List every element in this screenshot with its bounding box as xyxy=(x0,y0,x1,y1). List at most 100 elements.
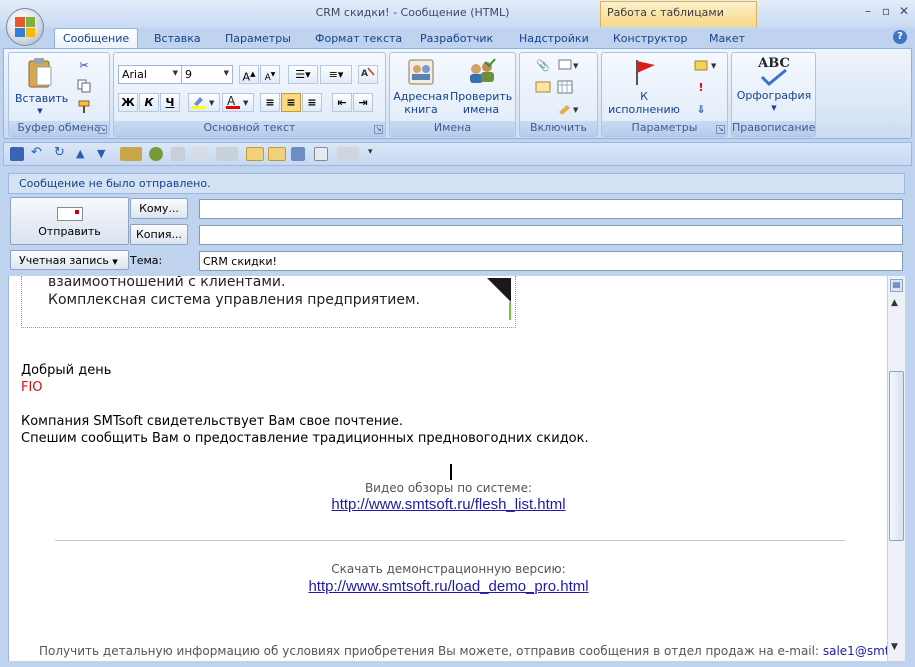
video-link[interactable]: http://www.smtsoft.ru/flesh_list.html xyxy=(331,496,565,513)
shrink-font-button[interactable]: A▼ xyxy=(260,65,280,84)
signature-icon[interactable]: ▼ xyxy=(556,101,582,117)
copy-icon[interactable] xyxy=(75,78,93,94)
bullets-button[interactable]: ☰▾ xyxy=(288,65,318,84)
italic-button[interactable]: К xyxy=(139,93,159,112)
redo-icon[interactable]: ↻ xyxy=(54,146,68,161)
align-right-button[interactable]: ≡ xyxy=(302,93,322,112)
footer-text: Получить детальную информацию об условия… xyxy=(39,644,887,658)
font-color-button[interactable]: A ▼ xyxy=(222,93,254,112)
font-name-combo[interactable]: Arial ▼ xyxy=(118,65,182,84)
minimize-button[interactable]: – xyxy=(860,4,876,18)
subject-field[interactable]: CRM скидки! xyxy=(199,251,903,271)
group-basic-text: Arial ▼ 9 ▼ A▲ A▼ ☰▾ ≡▾ A Ж К Ч ▼ A ▼ ≡ ≡ ≡… xyxy=(113,52,386,137)
business-card-icon[interactable] xyxy=(534,79,552,95)
tab-addins[interactable]: Надстройки xyxy=(511,29,597,49)
attach-item-icon[interactable]: ▼ xyxy=(556,57,582,73)
table-tools-context-tab: Работа с таблицами xyxy=(600,1,757,27)
address-book-icon xyxy=(408,59,434,85)
tab-options[interactable]: Параметры xyxy=(217,29,299,49)
underline-button[interactable]: Ч xyxy=(160,93,180,112)
follow-up-flag-icon xyxy=(636,60,655,85)
scroll-thumb[interactable] xyxy=(889,371,904,541)
message-body[interactable]: взаимоотношений с клиентами. Комплексная… xyxy=(8,276,887,661)
scroll-down-icon[interactable]: ▼ xyxy=(891,642,898,652)
layout-icon[interactable] xyxy=(337,147,359,161)
send-button[interactable]: Отправить xyxy=(10,197,129,245)
insert-table-icon[interactable] xyxy=(246,147,264,161)
globe-icon[interactable] xyxy=(149,147,163,161)
clipboard-launcher[interactable]: ↘ xyxy=(98,125,107,134)
tab-design[interactable]: Конструктор xyxy=(605,29,695,49)
office-logo-icon xyxy=(15,17,35,37)
paragraph-1: Компания SMTsoft свидетельствует Вам сво… xyxy=(21,414,403,429)
demo-link[interactable]: http://www.smtsoft.ru/load_demo_pro.html xyxy=(308,578,588,595)
document-icon[interactable] xyxy=(193,147,207,161)
spell-check-qat-icon[interactable] xyxy=(291,147,305,161)
tab-message[interactable]: Сообщение xyxy=(54,28,139,50)
next-item-icon[interactable]: ▼ xyxy=(97,147,111,161)
window-title: CRM скидки! - Сообщение (HTML) xyxy=(315,6,510,19)
numbering-button[interactable]: ≡▾ xyxy=(320,65,352,84)
help-icon[interactable]: ? xyxy=(893,30,907,44)
scroll-up-icon[interactable]: ▲ xyxy=(891,298,898,308)
ribbon-tabs: Сообщение Вставка Параметры Формат текст… xyxy=(0,28,915,50)
picture-icon[interactable] xyxy=(268,147,286,161)
paste-button[interactable]: Вставить ▼ xyxy=(15,57,68,118)
svg-text:▼: ▼ xyxy=(711,62,717,70)
decrease-indent-button[interactable]: ⇤ xyxy=(332,93,352,112)
customize-icon[interactable] xyxy=(120,147,142,161)
form-icon[interactable] xyxy=(314,147,328,161)
spelling-button[interactable]: ABC Орфография ▼ xyxy=(734,57,814,115)
calendar-icon[interactable] xyxy=(556,79,574,95)
save-icon[interactable] xyxy=(10,147,24,161)
group-label-options: Параметры xyxy=(602,121,727,136)
to-field[interactable] xyxy=(199,199,903,219)
align-center-button[interactable]: ≡ xyxy=(281,93,301,112)
ruler-toggle-icon[interactable]: ▤ xyxy=(890,279,903,292)
address-book-button[interactable]: Адресная книга xyxy=(392,57,450,116)
categorize-icon[interactable]: ▼ xyxy=(692,57,720,73)
demo-caption: Скачать демонстрационную версию: xyxy=(331,562,566,576)
format-painter-icon[interactable] xyxy=(75,99,93,115)
office-button[interactable] xyxy=(6,8,44,46)
vertical-scrollbar[interactable]: ▤ ▲ ▼ xyxy=(887,276,905,661)
check-names-button[interactable]: Проверить имена xyxy=(450,57,512,116)
maximize-button[interactable]: ▫ xyxy=(878,4,894,18)
cc-field[interactable] xyxy=(199,225,903,245)
group-options: К исполнению ▼ ▼ ! ⇓ Параметры ↘ xyxy=(601,52,728,137)
align-left-button[interactable]: ≡ xyxy=(260,93,280,112)
undo-icon[interactable]: ↶ xyxy=(31,146,45,161)
qat-customize-dropdown-icon[interactable]: ▾ xyxy=(368,147,382,161)
cc-button[interactable]: Копия... xyxy=(130,224,188,245)
account-button[interactable]: Учетная запись ▼ xyxy=(10,250,129,270)
tab-insert[interactable]: Вставка xyxy=(146,29,209,49)
print-preview-icon[interactable] xyxy=(171,147,185,161)
basic-text-launcher[interactable]: ↘ xyxy=(374,125,383,134)
group-names: Адресная книга Проверить имена Имена xyxy=(389,52,516,137)
greeting: Добрый день xyxy=(21,363,112,378)
svg-text:▼: ▼ xyxy=(573,106,579,114)
low-importance-icon[interactable]: ⇓ xyxy=(692,101,710,117)
close-button[interactable]: ✕ xyxy=(896,4,912,18)
to-button[interactable]: Кому... xyxy=(130,198,188,219)
svg-text:▼: ▼ xyxy=(209,99,215,107)
attach-file-icon[interactable]: 📎 xyxy=(534,57,552,73)
tab-layout[interactable]: Макет xyxy=(701,29,753,49)
high-importance-icon[interactable]: ! xyxy=(692,79,710,95)
grow-font-button[interactable]: A▲ xyxy=(239,65,259,84)
cut-icon[interactable]: ✂ xyxy=(75,57,93,73)
group-proofing: ABC Орфография ▼ Правописание xyxy=(731,52,816,137)
table-icon[interactable] xyxy=(216,147,238,161)
highlight-button[interactable]: ▼ xyxy=(188,93,220,112)
increase-indent-button[interactable]: ⇥ xyxy=(353,93,373,112)
font-size-combo[interactable]: 9 ▼ xyxy=(181,65,233,84)
tab-format-text[interactable]: Формат текста xyxy=(307,29,410,49)
previous-item-icon[interactable]: ▲ xyxy=(76,147,90,161)
subject-label: Тема: xyxy=(130,254,163,267)
follow-up-button[interactable]: К исполнению ▼ xyxy=(604,57,684,131)
footer-email[interactable]: sale1@smtsoft.ru xyxy=(823,644,887,658)
tab-developer[interactable]: Разработчик xyxy=(412,29,501,49)
options-launcher[interactable]: ↘ xyxy=(716,125,725,134)
bold-button[interactable]: Ж xyxy=(118,93,138,112)
clear-format-button[interactable]: A xyxy=(358,65,378,84)
